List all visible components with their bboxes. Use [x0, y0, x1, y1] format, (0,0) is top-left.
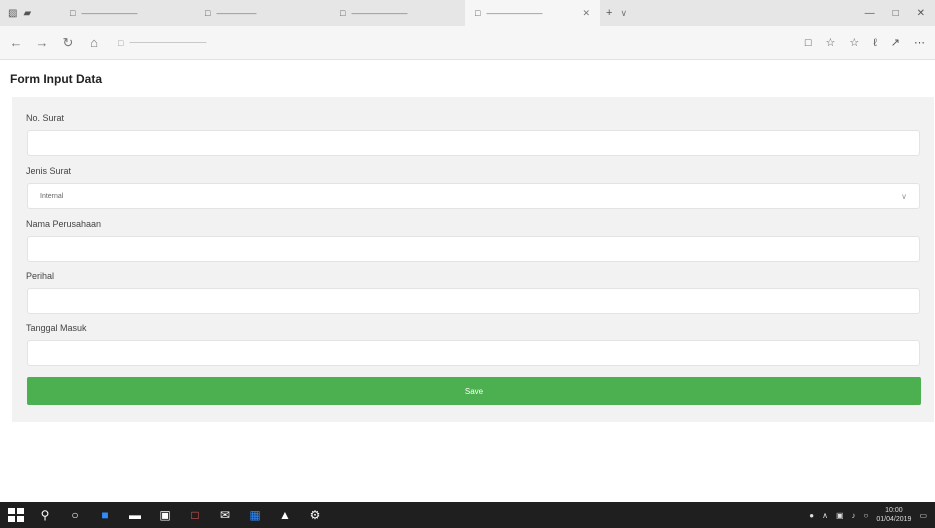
tab-label: —————: [216, 8, 257, 18]
home-icon[interactable]: ⌂: [84, 35, 104, 50]
back-icon[interactable]: ←: [6, 35, 26, 50]
chevron-down-icon: ∨: [901, 192, 907, 201]
page-title: Form Input Data: [10, 72, 102, 86]
refresh-icon[interactable]: ↻: [58, 35, 78, 51]
url-field[interactable]: □ ———————————: [118, 38, 718, 48]
task-view-icon[interactable]: ○: [60, 508, 90, 522]
tab-3[interactable]: □ ———————: [330, 0, 465, 26]
page-icon: □: [205, 8, 211, 18]
no-surat-input[interactable]: [27, 130, 920, 156]
start-icon[interactable]: [8, 507, 30, 523]
page-content: Form Input Data No. Surat Jenis Surat In…: [0, 60, 935, 502]
no-surat-label: No. Surat: [26, 113, 65, 123]
tanggal-masuk-label: Tanggal Masuk: [26, 323, 87, 333]
jenis-surat-label: Jenis Surat: [26, 166, 72, 176]
chevron-up-icon[interactable]: ∧: [822, 511, 828, 520]
settings-icon[interactable]: ⚙: [300, 508, 330, 522]
page-icon: □: [340, 8, 346, 18]
share-icon[interactable]: ↗: [891, 36, 900, 49]
tab-4-active[interactable]: □ ——————— ✕: [465, 0, 600, 26]
new-tab-icon[interactable]: +: [606, 7, 612, 19]
tab-preview-icon[interactable]: ▧: [8, 8, 17, 19]
network-icon[interactable]: ▣: [836, 511, 844, 520]
notifications-icon[interactable]: ▭: [919, 511, 927, 520]
clock-time: 10:00: [885, 507, 903, 514]
nama-perusahaan-input[interactable]: [27, 236, 920, 262]
file-explorer-icon[interactable]: ▬: [120, 508, 150, 522]
perihal-label: Perihal: [26, 271, 55, 281]
volume-icon[interactable]: ♪: [852, 511, 856, 520]
language-icon[interactable]: ○: [864, 511, 869, 520]
taskbar: ⚲ ○ ■ ▬ ▣ □ ✉ ▦ ▲ ⚙ ● ∧ ▣ ♪ ○ 10:00 01/0…: [0, 502, 935, 528]
forward-icon[interactable]: →: [32, 35, 52, 50]
address-bar: ← → ↻ ⌂ □ ——————————— □ ☆ ☆ ℓ ↗ ⋯: [0, 26, 935, 60]
close-window-icon[interactable]: ✕: [917, 8, 925, 19]
perihal-input[interactable]: [27, 288, 920, 314]
maximize-icon[interactable]: □: [893, 8, 899, 19]
save-button[interactable]: Save: [27, 377, 921, 405]
mail-icon[interactable]: ✉: [210, 508, 240, 522]
favorite-star-icon[interactable]: ☆: [825, 36, 835, 49]
clock-date: 01/04/2019: [876, 516, 912, 523]
input-form: No. Surat Jenis Surat Internal ∨ Nama Pe…: [12, 97, 934, 422]
jenis-surat-select[interactable]: Internal ∨: [27, 183, 920, 209]
tab-actions: ▧ ▰: [0, 8, 60, 19]
favorites-hub-icon[interactable]: ☆: [849, 36, 859, 49]
tab-label: ———————: [486, 8, 543, 18]
pen-icon[interactable]: ℓ: [873, 37, 877, 49]
url-text: ———————————: [129, 39, 207, 46]
page-icon: □: [70, 8, 76, 18]
tanggal-masuk-input[interactable]: [27, 340, 920, 366]
nama-perusahaan-label: Nama Perusahaan: [26, 219, 102, 229]
app-icon[interactable]: ▦: [240, 508, 270, 522]
close-tab-icon[interactable]: ✕: [582, 8, 590, 19]
tab-label: ———————: [351, 8, 408, 18]
tab-2[interactable]: □ —————: [195, 0, 330, 26]
clock[interactable]: 10:00 01/04/2019: [876, 506, 911, 524]
edge-icon[interactable]: ■: [90, 508, 120, 522]
system-tray: ● ∧ ▣ ♪ ○ 10:00 01/04/2019 ▭: [809, 506, 935, 524]
browser-tab-bar: ▧ ▰ □ ——————— □ ————— □ ——————— □ ——————…: [0, 0, 935, 26]
tab-label: ———————: [81, 8, 138, 18]
address-actions: □ ☆ ☆ ℓ ↗ ⋯: [805, 36, 935, 50]
reading-view-icon[interactable]: □: [805, 37, 812, 49]
page-icon: □: [475, 8, 481, 18]
chevron-down-icon[interactable]: ∨: [620, 8, 627, 19]
window-controls: — □ ✕: [865, 8, 935, 19]
jenis-surat-value: Internal: [40, 192, 64, 200]
photos-icon[interactable]: ▲: [270, 508, 300, 522]
page-info-icon: □: [118, 37, 124, 48]
search-icon[interactable]: ⚲: [30, 508, 60, 522]
tab-1[interactable]: □ ———————: [60, 0, 195, 26]
store-icon[interactable]: ▣: [150, 508, 180, 522]
office-icon[interactable]: □: [180, 508, 210, 522]
more-options-icon[interactable]: ⋯: [914, 36, 925, 49]
set-tabs-aside-icon[interactable]: ▰: [23, 8, 31, 19]
people-icon[interactable]: ●: [809, 511, 814, 520]
minimize-icon[interactable]: —: [865, 8, 875, 19]
